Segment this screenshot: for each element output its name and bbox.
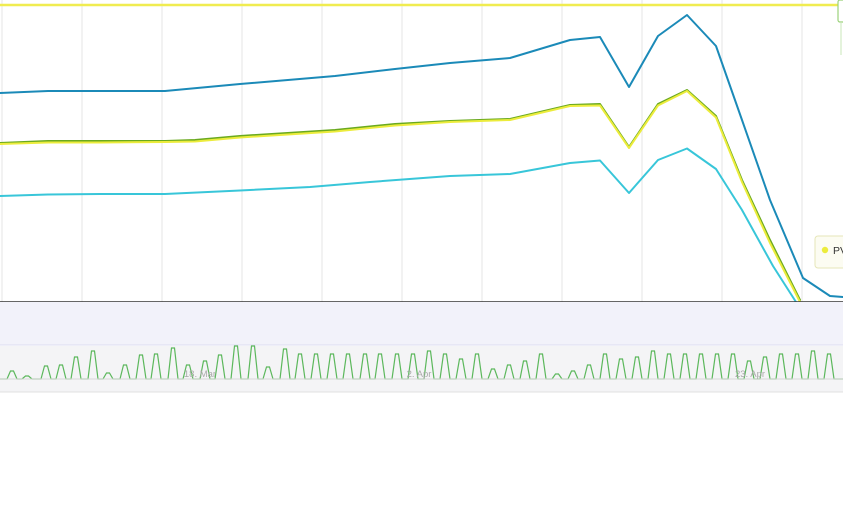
navigator[interactable]: 18. Mar 2. Apr 23. Apr (0, 302, 843, 393)
legend-label-pv: PV (833, 245, 843, 257)
navigator-label-1: 2. Apr (407, 369, 432, 380)
navigator-label-0: 18. Mar (184, 369, 216, 380)
navigator-label-2: 23. Apr (735, 369, 765, 380)
top-right-marker (837, 0, 843, 23)
chart-stage: :0514:1014:1514:2014:2514:3014:3514:4014… (0, 0, 843, 502)
legend[interactable]: PV (814, 235, 843, 269)
legend-marker-pv (821, 246, 829, 254)
navigator-top-band (0, 302, 843, 345)
line-chart[interactable]: :0514:1014:1514:2014:2514:3014:3514:4014… (0, 0, 843, 502)
